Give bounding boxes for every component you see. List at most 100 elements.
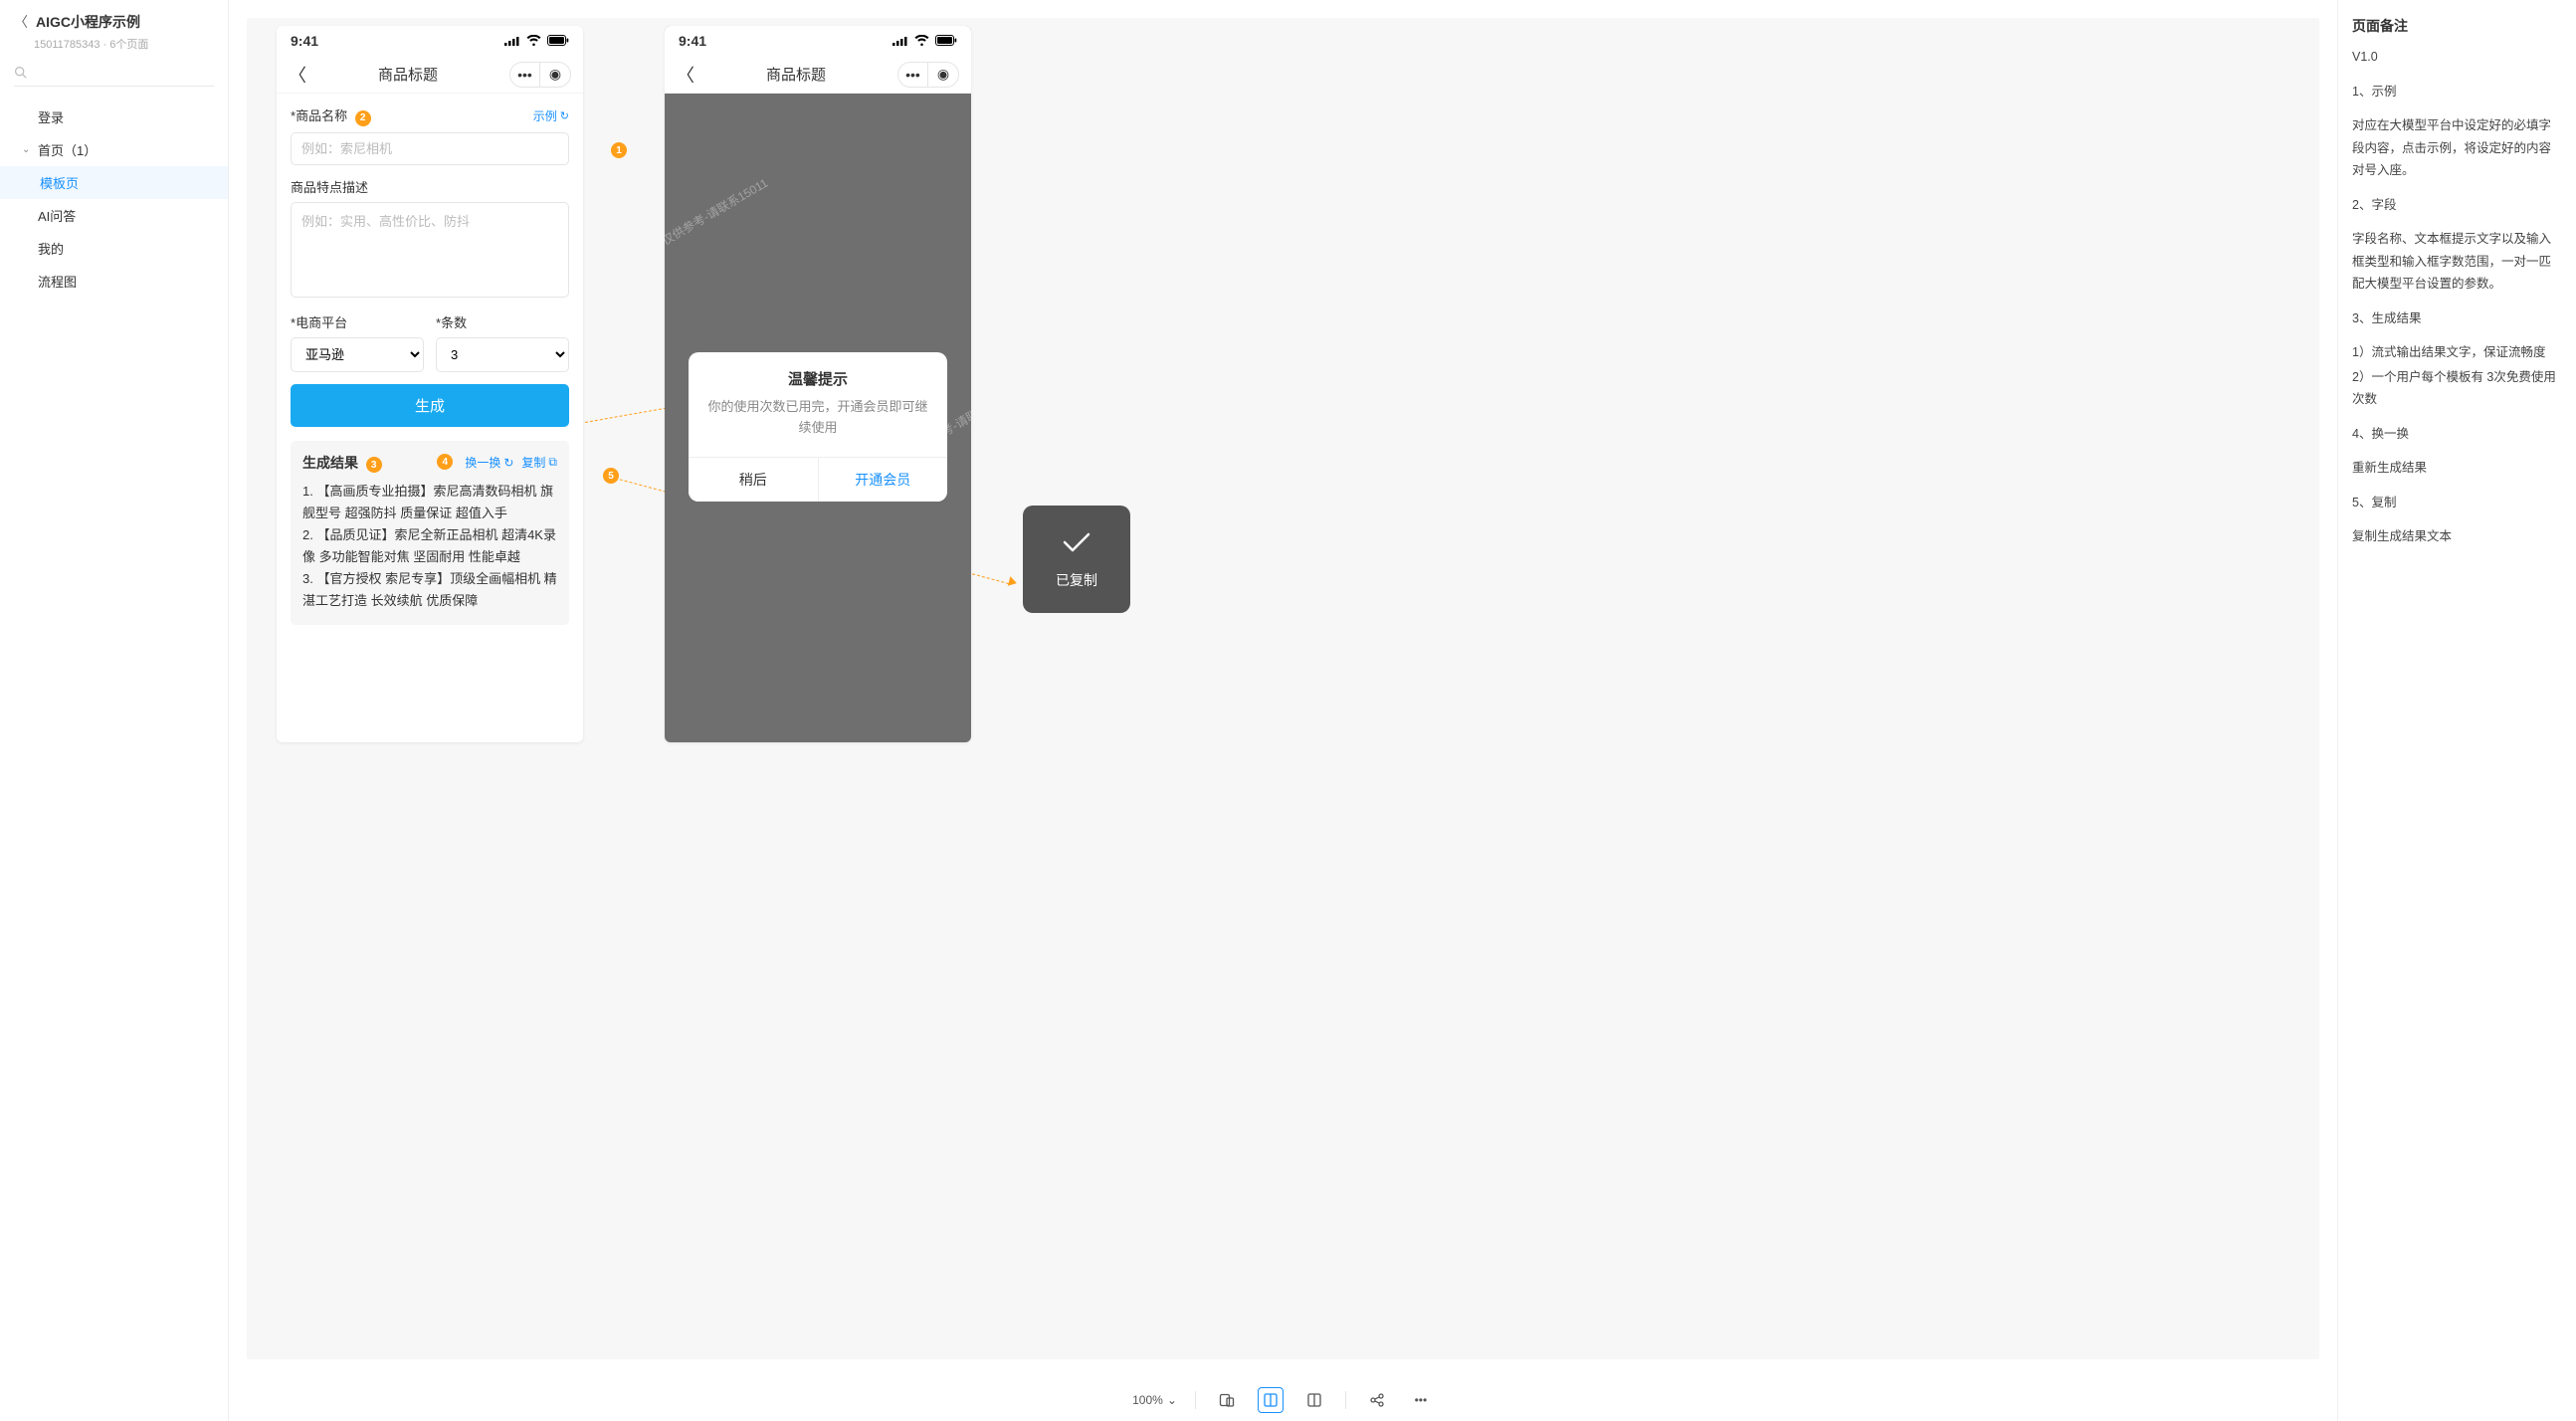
battery-icon (547, 33, 569, 49)
tree-item-label: 我的 (38, 239, 64, 258)
copy-action[interactable]: 复制⧉ (521, 454, 557, 471)
modal-dialog: 温馨提示 你的使用次数已用完，开通会员即可继续使用 稍后 开通会员 (689, 352, 947, 502)
canvas-wrap: 9:41 〈 商品标题 (229, 0, 2337, 1421)
check-icon (1062, 528, 1091, 560)
notes-pane: 页面备注 V1.0 1、示例 对应在大模型平台中设定好的必填字段内容，点击示例，… (2337, 0, 2576, 1421)
canvas[interactable]: 9:41 〈 商品标题 (229, 0, 2337, 1377)
signal-icon (504, 33, 520, 49)
miniprogram-capsule[interactable]: ••• ◉ (897, 62, 959, 88)
dialog-body: 你的使用次数已用完，开通会员即可继续使用 (689, 397, 947, 457)
result-title: 生成结果 (302, 455, 358, 471)
nav-title: 商品标题 (378, 64, 438, 85)
result-card: 生成结果 3 4 换一换↻ 复制⧉ 1. 【高画质专业拍摄】索尼高清数码相机 旗… (291, 441, 569, 625)
dialog-open-vip-button[interactable]: 开通会员 (819, 458, 948, 502)
project-title: AIGC小程序示例 (36, 12, 140, 32)
dialog-title: 温馨提示 (689, 352, 947, 397)
signal-icon (892, 33, 908, 49)
notes-section-line: 2）一个用户每个模板有 3次免费使用次数 (2352, 366, 2562, 411)
result-line: 1. 【高画质专业拍摄】索尼高清数码相机 旗舰型号 超强防抖 质量保证 超值入手 (302, 481, 557, 524)
product-name-input[interactable] (291, 132, 569, 165)
divider (1195, 1391, 1196, 1409)
back-icon[interactable]: 〈 (14, 12, 28, 32)
tree-item-label: 模板页 (40, 173, 79, 192)
wifi-icon (914, 33, 929, 49)
nav-back-icon[interactable]: 〈 (677, 62, 694, 88)
tree-item-label: 流程图 (38, 272, 77, 291)
count-select[interactable]: 3 (436, 337, 569, 372)
field-count-label: 条数 (436, 312, 467, 331)
chevron-down-icon: ⌄ (1167, 1393, 1177, 1407)
capsule-close-icon[interactable]: ◉ (540, 63, 570, 87)
zoom-value: 100% (1132, 1393, 1163, 1407)
field-desc-label: 商品特点描述 (291, 177, 368, 196)
wifi-icon (526, 33, 541, 49)
single-view-icon[interactable] (1258, 1387, 1284, 1413)
statusbar: 9:41 (665, 26, 971, 56)
page-tree-pane: 〈 AIGC小程序示例 15011785343 · 6个页面 登录 ⌄首页（1）… (0, 0, 229, 1421)
watermark: 仅供参考-请联系15011 (665, 174, 771, 249)
notes-section-title: 4、换一换 (2352, 423, 2562, 446)
more-icon[interactable]: ••• (1408, 1387, 1434, 1413)
tree-item-mine[interactable]: 我的 (0, 232, 228, 265)
tree-item-home[interactable]: ⌄ 首页（1） (0, 133, 228, 166)
reload-icon: ↻ (503, 456, 513, 470)
toast-text: 已复制 (1056, 570, 1097, 590)
capsule-menu-icon[interactable]: ••• (510, 63, 540, 87)
tree-item-ai-qa[interactable]: AI问答 (0, 199, 228, 232)
notes-section-title: 3、生成结果 (2352, 307, 2562, 330)
field-name-label: 商品名称 (291, 108, 347, 123)
field-platform-label: 电商平台 (291, 312, 347, 331)
result-body: 1. 【高画质专业拍摄】索尼高清数码相机 旗舰型号 超强防抖 质量保证 超值入手… (302, 481, 557, 613)
navbar: 〈 商品标题 ••• ◉ (665, 56, 971, 94)
result-line: 2. 【品质见证】索尼全新正品相机 超清4K录像 多功能智能对焦 坚固耐用 性能… (302, 524, 557, 568)
tree-item-label: 首页（1） (38, 140, 97, 159)
annotation-badge-5: 5 (603, 468, 619, 484)
annotation-badge-1: 1 (611, 142, 627, 158)
notes-section-body: 复制生成结果文本 (2352, 525, 2562, 548)
regenerate-action[interactable]: 换一换↻ (465, 454, 513, 471)
split-view-icon[interactable] (1301, 1387, 1327, 1413)
dialog-later-button[interactable]: 稍后 (689, 458, 819, 502)
capsule-menu-icon[interactable]: ••• (898, 63, 928, 87)
chevron-down-icon: ⌄ (22, 144, 32, 155)
notes-version: V1.0 (2352, 46, 2562, 69)
result-line: 3. 【官方授权 索尼专享】顶级全画幅相机 精湛工艺打造 长效续航 优质保障 (302, 568, 557, 612)
product-desc-input[interactable] (291, 202, 569, 298)
tree-item-label: AI问答 (38, 206, 76, 225)
navbar: 〈 商品标题 ••• ◉ (277, 56, 583, 94)
notes-heading: 页面备注 (2352, 16, 2562, 36)
annotation-badge-2: 2 (355, 110, 371, 126)
tree-item-flowchart[interactable]: 流程图 (0, 265, 228, 298)
example-link[interactable]: 示例↻ (533, 107, 569, 124)
phone-mock-1: 9:41 〈 商品标题 (277, 26, 583, 742)
search-field[interactable] (14, 62, 214, 87)
tree-item-label: 登录 (38, 107, 64, 126)
device-frame-icon[interactable] (1214, 1387, 1240, 1413)
notes-section-title: 1、示例 (2352, 81, 2562, 103)
tree-item-login[interactable]: 登录 (0, 101, 228, 133)
notes-section-title: 5、复制 (2352, 492, 2562, 514)
notes-section-body: 重新生成结果 (2352, 457, 2562, 480)
search-input[interactable] (33, 67, 214, 81)
dim-body: 仅供参考-请联系15011 仅供参考-请联系15011 温馨提示 你的使用次数已… (665, 94, 971, 742)
page-tree: 登录 ⌄ 首页（1） 模板页 AI问答 我的 流程图 (0, 95, 228, 298)
annotation-badge-3: 3 (366, 457, 382, 473)
capsule-close-icon[interactable]: ◉ (928, 63, 958, 87)
battery-icon (935, 33, 957, 49)
reload-icon: ↻ (560, 109, 569, 122)
annotation-badge-4: 4 (437, 454, 453, 470)
bottom-toolbar: 100% ⌄ ••• (229, 1377, 2337, 1421)
tree-item-template[interactable]: 模板页 (0, 166, 228, 199)
copied-toast: 已复制 (1023, 506, 1130, 613)
share-icon[interactable] (1364, 1387, 1390, 1413)
nav-back-icon[interactable]: 〈 (289, 62, 306, 88)
zoom-control[interactable]: 100% ⌄ (1132, 1393, 1177, 1407)
copy-icon: ⧉ (548, 455, 557, 470)
divider (1345, 1391, 1346, 1409)
generate-button[interactable]: 生成 (291, 384, 569, 427)
platform-select[interactable]: 亚马逊 (291, 337, 424, 372)
status-time: 9:41 (679, 33, 706, 49)
miniprogram-capsule[interactable]: ••• ◉ (509, 62, 571, 88)
notes-section-body: 对应在大模型平台中设定好的必填字段内容，点击示例，将设定好的内容对号入座。 (2352, 114, 2562, 182)
annotation-arrowhead (1008, 576, 1018, 588)
